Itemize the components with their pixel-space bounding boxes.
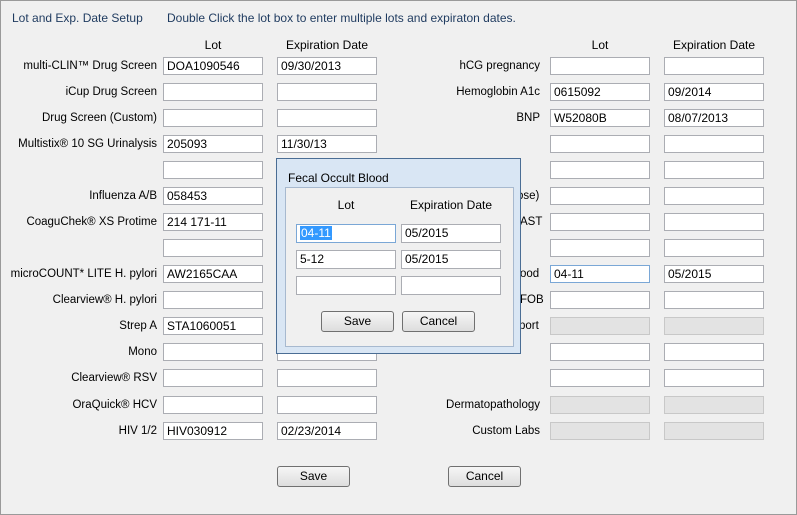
- dialog-lot-input[interactable]: 5-12: [296, 250, 396, 269]
- test-label: hCG pregnancy: [459, 60, 540, 72]
- lot-input[interactable]: [163, 343, 263, 361]
- lot-input[interactable]: [163, 161, 263, 179]
- dialog-lot-input[interactable]: [296, 276, 396, 295]
- lot-input[interactable]: [163, 239, 263, 257]
- test-label: multi-CLIN™ Drug Screen: [23, 60, 157, 72]
- lot-input[interactable]: [550, 57, 650, 75]
- test-label: Influenza A/B: [89, 190, 157, 202]
- test-label: Multistix® 10 SG Urinalysis: [18, 138, 157, 150]
- expiration-input[interactable]: [664, 135, 764, 153]
- test-label: ood: [520, 268, 540, 280]
- dialog-expiration-input[interactable]: [401, 276, 501, 295]
- lot-input[interactable]: STA1060051: [163, 317, 263, 335]
- expiration-input[interactable]: 09/2014: [664, 83, 764, 101]
- test-label: CoaguChek® XS Protime: [26, 216, 157, 228]
- test-label: Drug Screen (Custom): [41, 112, 157, 124]
- expiration-input[interactable]: [664, 213, 764, 231]
- test-label: port: [519, 320, 539, 332]
- dialog-title: Fecal Occult Blood: [288, 171, 389, 185]
- dialog-expiration-input[interactable]: 05/2015: [401, 224, 501, 243]
- expiration-input: [664, 317, 764, 335]
- lot-input[interactable]: [163, 291, 263, 309]
- dialog-expiration-input[interactable]: 05/2015: [401, 250, 501, 269]
- right-lot-header: Lot: [591, 38, 609, 52]
- dialog-exp-header: Expiration Date: [409, 198, 493, 212]
- lot-input[interactable]: [550, 343, 650, 361]
- expiration-input[interactable]: [664, 291, 764, 309]
- expiration-input[interactable]: 05/2015: [664, 265, 764, 283]
- expiration-input: [664, 422, 764, 440]
- lot-input[interactable]: [550, 213, 650, 231]
- test-label: Custom Labs: [472, 425, 540, 437]
- lot-input[interactable]: [550, 369, 650, 387]
- test-label: FOB: [520, 294, 544, 306]
- expiration-input[interactable]: 02/23/2014: [277, 422, 377, 440]
- dialog-save-button[interactable]: Save: [321, 311, 394, 332]
- dialog-cancel-button[interactable]: Cancel: [402, 311, 475, 332]
- lot-input[interactable]: [163, 109, 263, 127]
- save-button[interactable]: Save: [277, 466, 350, 487]
- lot-input[interactable]: AW2165CAA: [163, 265, 263, 283]
- lot-input[interactable]: W52080B: [550, 109, 650, 127]
- lot-input[interactable]: [163, 83, 263, 101]
- expiration-input[interactable]: 11/30/13: [277, 135, 377, 153]
- lot-input[interactable]: [550, 161, 650, 179]
- dialog-lot-input[interactable]: 04-11: [296, 224, 396, 243]
- dialog-body: Lot Expiration Date 04-11 05/2015 5-12 0…: [285, 187, 514, 347]
- expiration-input[interactable]: [277, 83, 377, 101]
- test-label: Clearview® H. pylori: [52, 294, 157, 306]
- lot-input[interactable]: HIV030912: [163, 422, 263, 440]
- lot-input: [550, 396, 650, 414]
- lot-input[interactable]: 214 171-11: [163, 213, 263, 231]
- fecal-occult-blood-dialog: Fecal Occult Blood Lot Expiration Date 0…: [276, 158, 521, 354]
- expiration-input[interactable]: 08/07/2013: [664, 109, 764, 127]
- expiration-input[interactable]: [664, 187, 764, 205]
- lot-input[interactable]: [550, 239, 650, 257]
- test-label: microCOUNT* LITE H. pylori: [10, 268, 157, 280]
- expiration-input[interactable]: [664, 161, 764, 179]
- test-label: Strep A: [119, 320, 157, 332]
- expiration-input[interactable]: 09/30/2013: [277, 57, 377, 75]
- dialog-lot-header: Lot: [337, 198, 355, 212]
- selected-text: 04-11: [300, 226, 332, 240]
- test-label: AST: [520, 216, 543, 228]
- test-label: BNP: [516, 112, 540, 124]
- expiration-input[interactable]: [277, 369, 377, 387]
- lot-input[interactable]: 04-11: [550, 265, 650, 283]
- expiration-input[interactable]: [664, 343, 764, 361]
- lot-input[interactable]: [550, 291, 650, 309]
- test-label: HIV 1/2: [118, 425, 157, 437]
- lot-input[interactable]: 058453: [163, 187, 263, 205]
- expiration-input: [664, 396, 764, 414]
- lot-input[interactable]: DOA1090546: [163, 57, 263, 75]
- test-label: Dermatopathology: [446, 399, 540, 411]
- test-label: Mono: [128, 346, 157, 358]
- expiration-input[interactable]: [664, 239, 764, 257]
- lot-input[interactable]: [550, 187, 650, 205]
- lot-input[interactable]: 0615092: [550, 83, 650, 101]
- expiration-input[interactable]: [277, 396, 377, 414]
- test-label: Clearview® RSV: [71, 372, 157, 384]
- lot-input: [550, 317, 650, 335]
- test-label: Hemoglobin A1c: [456, 86, 540, 98]
- lot-input[interactable]: [163, 369, 263, 387]
- expiration-input[interactable]: [664, 57, 764, 75]
- left-exp-header: Expiration Date: [285, 38, 369, 52]
- lot-input[interactable]: 205093: [163, 135, 263, 153]
- right-exp-header: Expiration Date: [672, 38, 756, 52]
- lot-input: [550, 422, 650, 440]
- title-bar: Lot and Exp. Date Setup Double Click the…: [0, 0, 797, 34]
- expiration-input[interactable]: [277, 109, 377, 127]
- instruction-text: Double Click the lot box to enter multip…: [167, 11, 516, 25]
- lot-input[interactable]: [550, 135, 650, 153]
- window-title: Lot and Exp. Date Setup: [12, 11, 143, 25]
- left-lot-header: Lot: [204, 38, 222, 52]
- test-label: iCup Drug Screen: [65, 86, 157, 98]
- cancel-button[interactable]: Cancel: [448, 466, 521, 487]
- lot-input[interactable]: [163, 396, 263, 414]
- test-label: OraQuick® HCV: [72, 399, 157, 411]
- expiration-input[interactable]: [664, 369, 764, 387]
